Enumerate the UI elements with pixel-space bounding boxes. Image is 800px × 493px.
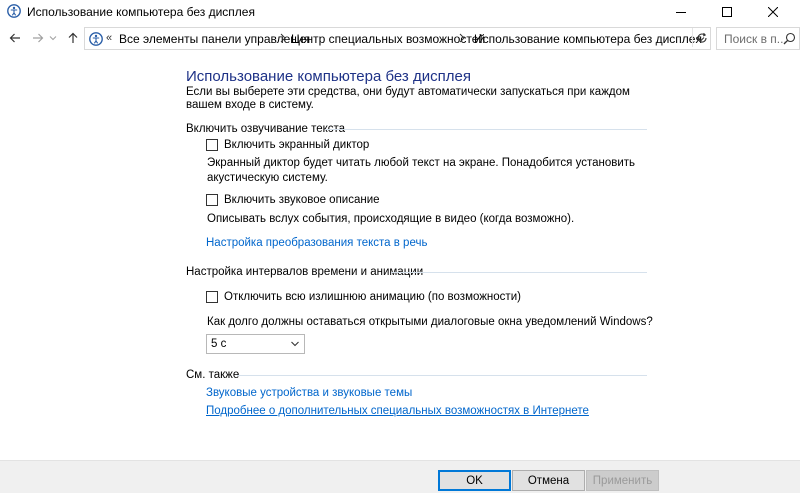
minimize-button[interactable] xyxy=(658,0,704,24)
title-bar: Использование компьютера без дисплея xyxy=(0,0,800,24)
narrator-label[interactable]: Включить экранный диктор xyxy=(224,139,369,151)
minimize-icon xyxy=(676,12,686,13)
breadcrumb-current[interactable]: Использование компьютера без дисплея xyxy=(474,32,702,46)
sound-devices-link[interactable]: Звуковые устройства и звуковые темы xyxy=(206,387,412,399)
breadcrumb-ease-of-access[interactable]: Центр специальных возможностей xyxy=(291,32,485,46)
back-button[interactable] xyxy=(6,29,24,47)
window-title: Использование компьютера без дисплея xyxy=(27,5,255,19)
chevron-down-icon xyxy=(291,341,299,347)
chevron-down-icon xyxy=(49,36,57,41)
arrow-right-icon xyxy=(33,33,44,43)
apply-button[interactable]: Применить xyxy=(586,470,659,491)
section-heading-speech: Включить озвучивание текста xyxy=(186,123,346,135)
close-button[interactable] xyxy=(750,0,796,24)
narrator-description: Экранный диктор будет читать любой текст… xyxy=(207,157,636,184)
content-area: Использование компьютера без дисплея Есл… xyxy=(0,53,800,460)
control-panel-icon xyxy=(89,32,103,46)
refresh-button[interactable] xyxy=(692,28,710,47)
navigation-bar: « Все элементы панели управления Центр с… xyxy=(0,24,800,52)
arrow-left-icon xyxy=(9,33,20,43)
ease-of-access-icon xyxy=(7,4,21,18)
online-accessibility-link[interactable]: Подробнее о дополнительных специальных в… xyxy=(206,405,589,417)
audio-description-option[interactable]: Включить звуковое описание xyxy=(206,193,380,207)
cancel-button[interactable]: Отмена xyxy=(512,470,585,491)
maximize-icon xyxy=(722,7,732,17)
notification-duration-value: 5 с xyxy=(211,338,227,350)
section-divider xyxy=(325,129,647,130)
search-placeholder: Поиск в п... xyxy=(724,32,787,46)
audio-description-checkbox[interactable] xyxy=(206,194,218,206)
intro-text: Если вы выберете эти средства, они будут… xyxy=(186,86,630,111)
ok-button[interactable]: OK xyxy=(438,470,511,491)
breadcrumb-overflow[interactable]: « xyxy=(106,32,112,44)
breadcrumb-separator-icon[interactable] xyxy=(280,33,286,43)
notification-duration-select[interactable]: 5 с xyxy=(206,334,305,354)
up-button[interactable] xyxy=(64,29,82,47)
audio-description-text: Описывать вслух события, происходящие в … xyxy=(207,213,575,225)
section-heading-timing: Настройка интервалов времени и анимации xyxy=(186,266,424,278)
breadcrumb-separator-icon[interactable] xyxy=(459,33,465,43)
forward-button[interactable] xyxy=(29,29,47,47)
recent-locations-button[interactable] xyxy=(47,29,59,47)
section-divider xyxy=(391,272,647,273)
narrator-option[interactable]: Включить экранный диктор xyxy=(206,138,369,152)
tts-settings-link[interactable]: Настройка преобразования текста в речь xyxy=(206,237,427,249)
section-heading-see-also: См. также xyxy=(186,369,240,381)
search-icon[interactable] xyxy=(783,32,796,45)
section-divider xyxy=(237,375,647,376)
arrow-up-icon xyxy=(68,32,78,43)
maximize-button[interactable] xyxy=(704,0,750,24)
search-input[interactable]: Поиск в п... xyxy=(716,27,800,50)
audio-description-label[interactable]: Включить звуковое описание xyxy=(224,194,380,206)
refresh-icon xyxy=(697,32,707,43)
animations-option[interactable]: Отключить всю излишнюю анимацию (по возм… xyxy=(206,290,521,304)
animations-label[interactable]: Отключить всю излишнюю анимацию (по возм… xyxy=(224,291,521,303)
narrator-checkbox[interactable] xyxy=(206,139,218,151)
close-icon xyxy=(768,7,778,17)
page-title: Использование компьютера без дисплея xyxy=(186,68,471,85)
animations-checkbox[interactable] xyxy=(206,291,218,303)
dialog-footer: OK Отмена Применить xyxy=(0,460,800,493)
address-box[interactable]: « Все элементы панели управления Центр с… xyxy=(84,27,711,50)
notification-duration-question: Как долго должны оставаться открытыми ди… xyxy=(207,316,653,328)
